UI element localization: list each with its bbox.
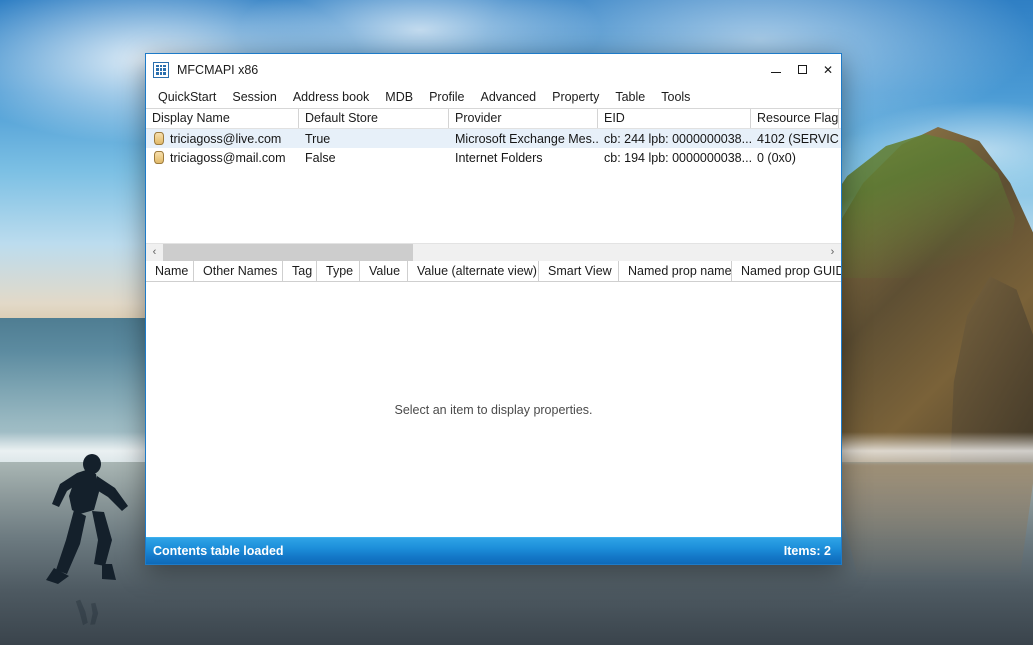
table-row[interactable]: triciagoss@live.com True Microsoft Excha… <box>146 129 841 148</box>
cell-provider: Internet Folders <box>455 150 543 165</box>
property-column-header: Name Other Names Tag Type Value Value (a… <box>146 260 841 282</box>
cell-default-store: True <box>305 131 331 146</box>
horizontal-scrollbar[interactable]: ‹ › <box>146 243 841 261</box>
property-pane-body: Select an item to display properties. <box>146 282 841 537</box>
window-title: MFCMAPI x86 <box>177 62 259 77</box>
column-header-default-store[interactable]: Default Store <box>299 109 449 128</box>
store-icon <box>154 132 164 145</box>
close-icon: ✕ <box>822 62 834 77</box>
wallpaper-runner-silhouette <box>46 454 128 584</box>
cell-resource-flags: 0 (0x0) <box>757 150 796 165</box>
grid-dots-icon <box>153 61 169 78</box>
menu-item-advanced[interactable]: Advanced <box>473 88 545 106</box>
cell-resource-flags: 4102 (SERVICE_ <box>757 131 839 146</box>
menu-item-mdb[interactable]: MDB <box>377 88 421 106</box>
prop-column-other-names[interactable]: Other Names <box>194 261 283 281</box>
prop-column-value[interactable]: Value <box>360 261 408 281</box>
cell-eid: cb: 244 lpb: 0000000038... <box>604 131 751 146</box>
menu-item-table[interactable]: Table <box>607 88 653 106</box>
stores-list-view: Display Name Default Store Provider EID … <box>146 108 841 261</box>
prop-column-tag[interactable]: Tag <box>283 261 317 281</box>
prop-column-named-prop-name[interactable]: Named prop name <box>619 261 732 281</box>
menu-item-property[interactable]: Property <box>544 88 607 106</box>
cell-eid: cb: 194 lpb: 0000000038... <box>604 150 751 165</box>
column-header-display-name[interactable]: Display Name <box>146 109 299 128</box>
scroll-right-arrow-icon[interactable]: › <box>824 243 841 261</box>
table-row[interactable]: triciagoss@mail.com False Internet Folde… <box>146 148 841 167</box>
title-bar[interactable]: MFCMAPI x86 ✕ <box>146 54 841 85</box>
prop-column-smart-view[interactable]: Smart View <box>539 261 619 281</box>
menu-item-session[interactable]: Session <box>224 88 284 106</box>
status-bar: Contents table loaded Items: 2 <box>146 537 841 564</box>
prop-column-name[interactable]: Name <box>146 261 194 281</box>
cell-provider: Microsoft Exchange Mes... <box>455 131 598 146</box>
scrollbar-track[interactable] <box>163 243 824 261</box>
window-controls: ✕ <box>763 54 841 85</box>
menu-item-quickstart[interactable]: QuickStart <box>150 88 224 106</box>
menu-item-tools[interactable]: Tools <box>653 88 698 106</box>
maximize-icon <box>797 65 807 74</box>
menu-item-profile[interactable]: Profile <box>421 88 472 106</box>
column-header-eid[interactable]: EID <box>598 109 751 128</box>
column-header-resource-flags[interactable]: Resource Flags <box>751 109 839 128</box>
mfcmapi-window: MFCMAPI x86 ✕ QuickStart Session Address… <box>145 53 842 565</box>
list-rows-container: triciagoss@live.com True Microsoft Excha… <box>146 129 841 243</box>
menu-bar: QuickStart Session Address book MDB Prof… <box>146 85 841 108</box>
property-empty-message: Select an item to display properties. <box>394 402 593 417</box>
list-column-header: Display Name Default Store Provider EID … <box>146 109 841 129</box>
prop-column-type[interactable]: Type <box>317 261 360 281</box>
cell-display-name: triciagoss@live.com <box>146 132 299 146</box>
cell-display-name-text: triciagoss@mail.com <box>170 150 286 165</box>
maximize-button[interactable] <box>789 54 815 85</box>
cell-display-name: triciagoss@mail.com <box>146 151 299 165</box>
status-items-count: Items: 2 <box>783 544 831 558</box>
close-button[interactable]: ✕ <box>815 54 841 85</box>
minimize-icon <box>771 72 781 73</box>
menu-item-address-book[interactable]: Address book <box>285 88 377 106</box>
wallpaper-runner-reflection <box>75 599 99 626</box>
cell-display-name-text: triciagoss@live.com <box>170 131 282 146</box>
prop-column-value-alternate-view[interactable]: Value (alternate view) <box>408 261 539 281</box>
prop-column-named-prop-guid[interactable]: Named prop GUID <box>732 261 841 281</box>
status-message: Contents table loaded <box>153 544 284 558</box>
cell-default-store: False <box>305 150 336 165</box>
minimize-button[interactable] <box>763 54 789 85</box>
column-header-provider[interactable]: Provider <box>449 109 598 128</box>
scroll-left-arrow-icon[interactable]: ‹ <box>146 243 163 261</box>
store-icon <box>154 151 164 164</box>
scrollbar-thumb[interactable] <box>163 243 413 261</box>
